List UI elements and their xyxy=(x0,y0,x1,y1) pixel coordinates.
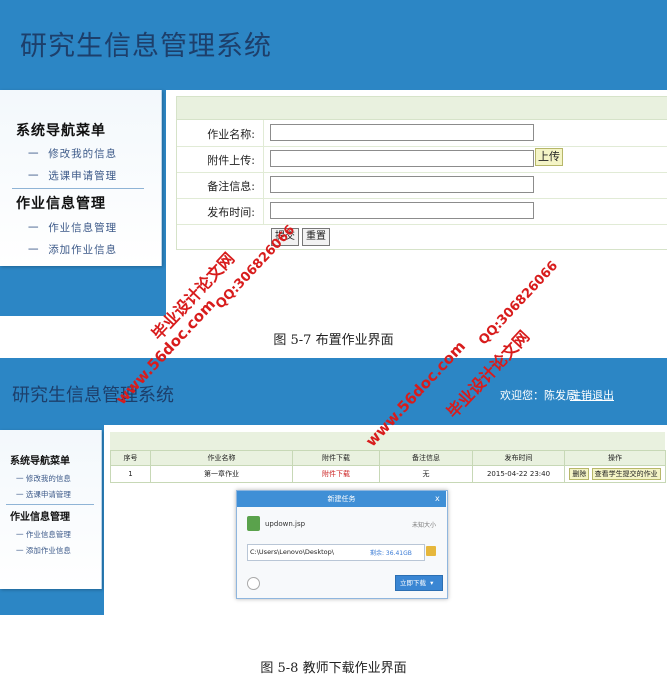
nav-divider xyxy=(12,188,144,189)
sidebar-item-edit-info[interactable]: 一 修改我的信息 xyxy=(16,473,71,484)
column-header-index: 序号 xyxy=(110,450,151,466)
file-icon xyxy=(247,516,260,531)
publish-time-input[interactable] xyxy=(270,202,534,219)
homework-name-input[interactable] xyxy=(270,124,534,141)
homework-table: 序号 作业名称 附件下载 备注信息 发布时间 操作 1 第一章作业 附件下载 无… xyxy=(110,450,666,483)
nav-section-title-system: 系统导航菜单 xyxy=(10,456,70,467)
nav-section-title-homework: 作业信息管理 xyxy=(16,196,106,212)
app-title: 研究生信息管理系统 xyxy=(12,385,174,406)
note-label: 备注信息: xyxy=(207,180,255,193)
sidebar-item-course-apply[interactable]: 一 选课申请管理 xyxy=(28,168,117,183)
table-header-row: 序号 作业名称 附件下载 备注信息 发布时间 操作 xyxy=(110,450,666,466)
upload-button[interactable]: 上传 xyxy=(535,148,563,166)
cell-name: 第一章作业 xyxy=(150,465,293,483)
homework-name-label: 作业名称: xyxy=(207,128,255,141)
nav-divider xyxy=(6,504,94,505)
free-space-text: 剩余: 36.41GB xyxy=(370,550,412,557)
sidebar-item-homework-manage[interactable]: 一 作业信息管理 xyxy=(16,529,71,540)
table-row: 1 第一章作业 附件下载 无 2015-04-22 23:40 删除 查看学生提… xyxy=(110,465,666,483)
nav-section-title-homework: 作业信息管理 xyxy=(10,512,70,523)
column-header-name: 作业名称 xyxy=(150,450,293,466)
folder-icon[interactable] xyxy=(426,546,436,556)
sidebar-item-add-homework[interactable]: 一 添加作业信息 xyxy=(28,242,117,257)
close-icon[interactable]: x xyxy=(435,491,440,507)
attachment-download-link[interactable]: 附件下载 xyxy=(292,465,380,483)
reset-button[interactable]: 重置 xyxy=(302,228,330,246)
download-now-button[interactable]: 立即下载 ▾ xyxy=(395,575,443,591)
attachment-file-input[interactable] xyxy=(270,150,534,167)
sidebar-item-course-apply[interactable]: 一 选课申请管理 xyxy=(16,489,71,500)
figure-caption-5-7: 图 5-7 布置作业界面 xyxy=(273,333,394,348)
attachment-label: 附件上传: xyxy=(207,154,255,167)
nav-section-title-system: 系统导航菜单 xyxy=(16,123,106,139)
sidebar-item-add-homework[interactable]: 一 添加作业信息 xyxy=(16,545,71,556)
cell-index: 1 xyxy=(110,465,151,483)
publish-time-label: 发布时间: xyxy=(207,206,255,219)
cell-actions: 删除 查看学生提交的作业 xyxy=(564,465,666,483)
view-submissions-button[interactable]: 查看学生提交的作业 xyxy=(591,468,661,480)
file-name: updown.jsp xyxy=(265,520,306,528)
dialog-title: 新建任务 xyxy=(237,491,446,507)
expand-options-icon[interactable] xyxy=(247,577,260,590)
column-header-note: 备注信息 xyxy=(379,450,473,466)
sidebar-item-homework-manage[interactable]: 一 作业信息管理 xyxy=(28,220,117,235)
file-size: 未知大小 xyxy=(412,522,437,529)
figure-caption-5-8: 图 5-8 教师下载作业界面 xyxy=(260,661,407,676)
column-header-attachment: 附件下载 xyxy=(292,450,380,466)
form-header-bar xyxy=(177,97,667,120)
note-input[interactable] xyxy=(270,176,534,193)
cell-time: 2015-04-22 23:40 xyxy=(472,465,565,483)
cell-note: 无 xyxy=(379,465,473,483)
logout-link[interactable]: 注销退出 xyxy=(570,387,614,403)
delete-button[interactable]: 删除 xyxy=(569,468,590,480)
app-title: 研究生信息管理系统 xyxy=(20,31,272,62)
column-header-actions: 操作 xyxy=(564,450,666,466)
welcome-text: 欢迎您：陈发局 xyxy=(500,389,577,402)
save-path-text: C:\Users\Lenovo\Desktop\ xyxy=(250,548,334,556)
sidebar-nav: 系统导航菜单 一 修改我的信息 一 选课申请管理 作业信息管理 一 作业信息管理… xyxy=(0,90,162,266)
sidebar-item-edit-info[interactable]: 一 修改我的信息 xyxy=(28,146,117,161)
sidebar-nav: 系统导航菜单 一 修改我的信息 一 选课申请管理 作业信息管理 一 作业信息管理… xyxy=(0,430,102,589)
column-header-time: 发布时间 xyxy=(472,450,565,466)
